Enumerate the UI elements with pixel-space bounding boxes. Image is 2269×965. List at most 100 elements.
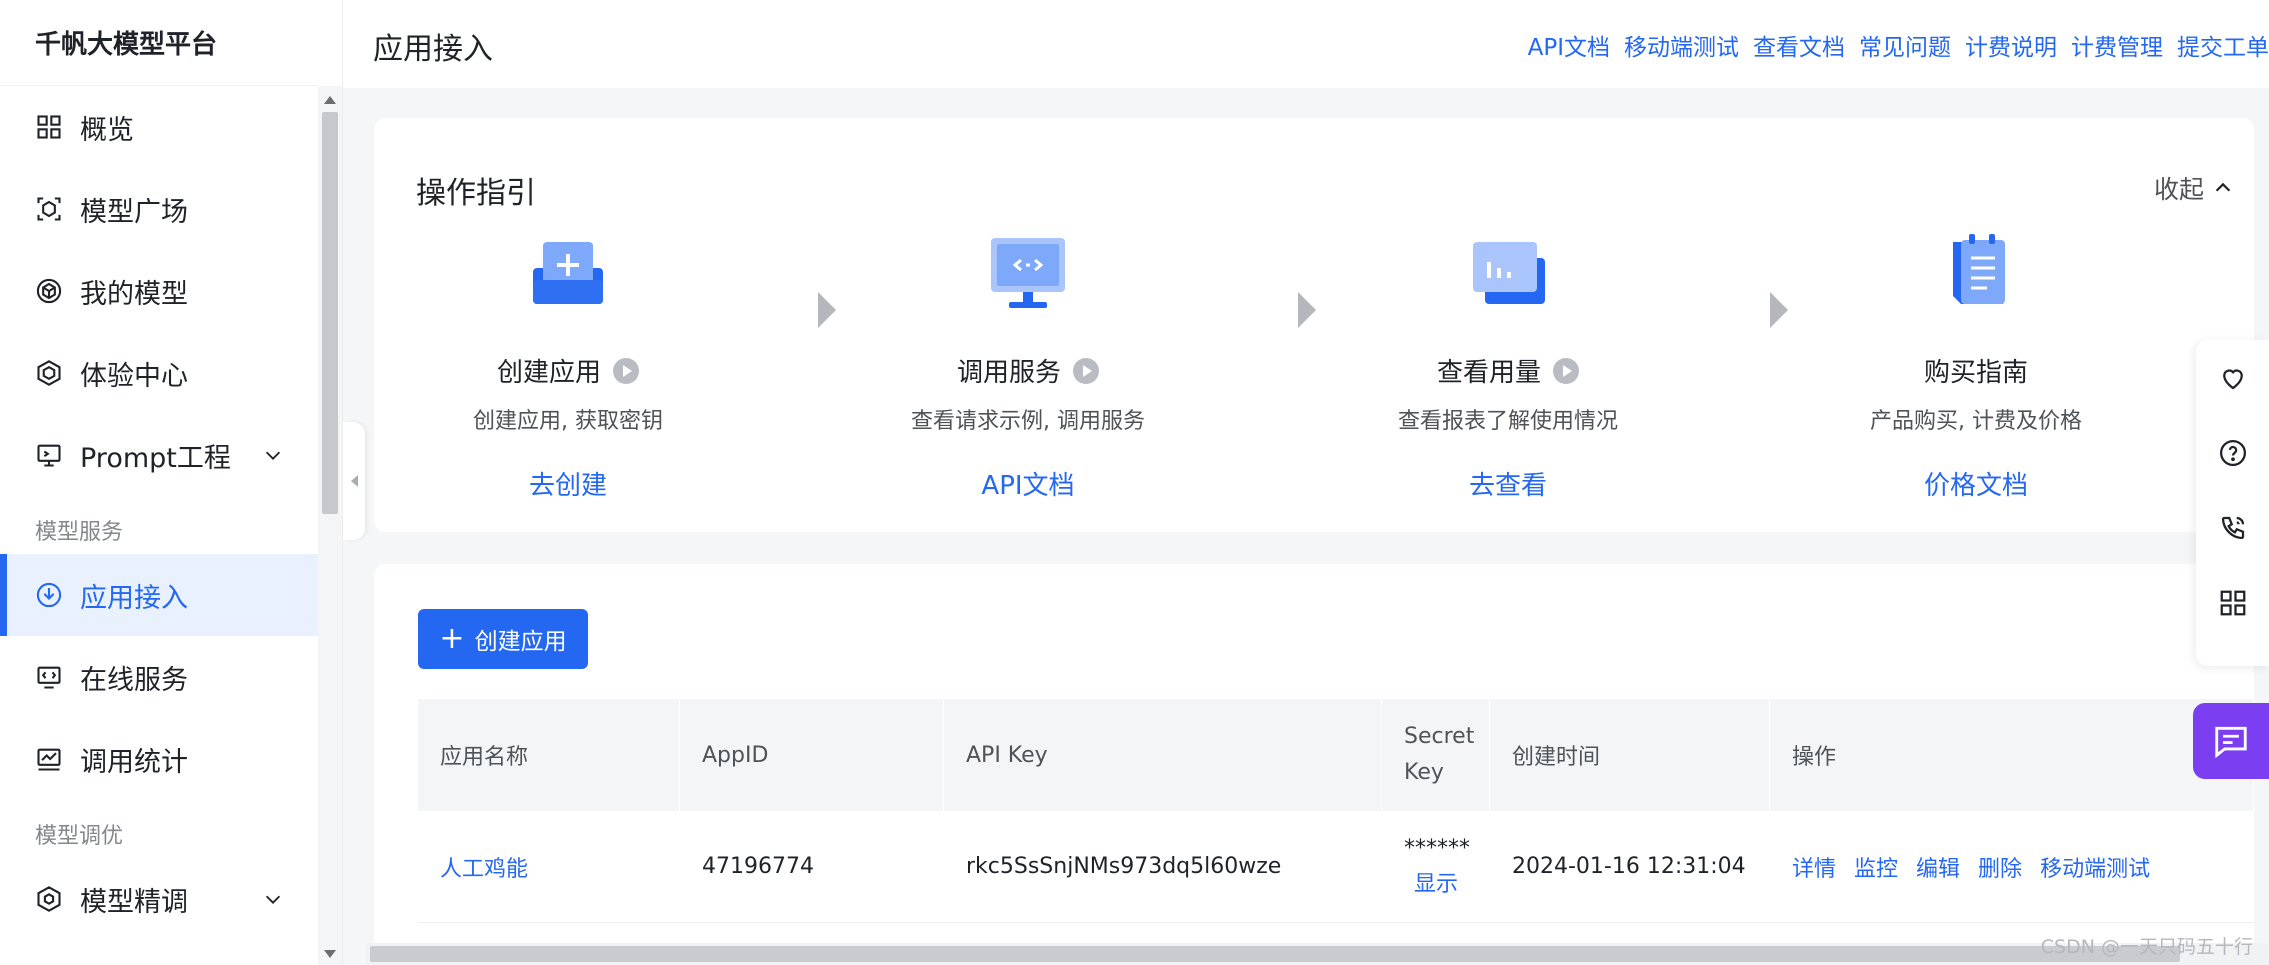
step-desc: 查看报表了解使用情况 [1397,409,1618,434]
help-button[interactable] [2196,415,2269,490]
step-desc: 产品购买, 计费及价格 [1870,409,2082,434]
chevron-right-icon [818,292,836,328]
op-edit-link[interactable]: 编辑 [1916,851,1960,883]
api-key: rkc5SsSnjNMs973dq5l60wze [944,811,1382,922]
secret-key-cell: ****** 显示 [1382,811,1490,922]
column-header: AppID [680,699,944,811]
link-submit-ticket[interactable]: 提交工单 [2177,28,2269,62]
chevron-up-icon [2215,182,2231,192]
watermark: CSDN @一天只码五十行 [2040,936,2253,958]
play-icon[interactable] [1553,357,1579,384]
step-link-price-docs[interactable]: 价格文档 [1796,465,2156,502]
table-row: 人工鸡能 47196774 rkc5SsSnjNMs973dq5l60wze *… [418,811,2254,923]
sidebar-item-call-stats[interactable]: 调用统计 [0,718,318,800]
guide-step-usage: 查看用量 查看报表了解使用情况 去查看 [1328,228,1688,502]
cube-circle-icon [35,277,63,305]
step-link-api-docs[interactable]: API文档 [848,465,1208,502]
column-header: 创建时间 [1490,699,1770,811]
plus-icon: + [439,621,465,656]
app-name-link[interactable]: 人工鸡能 [418,811,680,922]
floating-toolbar [2196,340,2269,666]
op-monitor-link[interactable]: 监控 [1854,851,1898,883]
hex-gear-icon [35,885,63,913]
op-delete-link[interactable]: 删除 [1978,851,2022,883]
model-scan-icon [35,195,63,223]
sidebar-item-app-access[interactable]: 应用接入 [0,554,318,636]
favorite-button[interactable] [2196,340,2269,415]
sidebar-item-model-square[interactable]: 模型广场 [0,168,318,250]
operation-guide-card: 操作指引 收起 创建应用 创建应用, 获取密钥 去创建 调用服务 查看请求示例,… [374,118,2254,532]
table-header: 应用名称 AppID API Key Secret Key 创建时间 操作 [418,699,2254,811]
chevron-right-icon [1770,292,1788,328]
heart-icon [2222,368,2243,389]
play-icon[interactable] [613,357,639,384]
hex-cube-icon [35,359,63,387]
guide-title: 操作指引 [416,176,536,211]
header-links: API文档 移动端测试 查看文档 常见问题 计费说明 计费管理 提交工单 [1528,28,2269,62]
phone-icon [2221,516,2244,539]
sidebar-item-label: 模型精调 [80,886,188,918]
guide-step-purchase: 购买指南 产品购买, 计费及价格 价格文档 [1796,228,2156,502]
page-title: 应用接入 [373,32,493,67]
download-circle-icon [35,581,63,609]
step-desc: 查看请求示例, 调用服务 [911,409,1145,434]
api-monitor-icon [991,238,1065,308]
op-detail-link[interactable]: 详情 [1792,851,1836,883]
sidebar-item-label: Prompt工程 [80,442,231,474]
collapse-button[interactable]: 收起 [2154,170,2234,206]
op-mobile-test-link[interactable]: 移动端测试 [2040,851,2150,883]
step-name: 调用服务 [956,358,1061,388]
question-icon [2219,439,2246,466]
sidebar-nav: 概览 模型广场 我的模型 体验中心 Prompt工程 模型服务 应用接入 在线服… [0,86,318,940]
link-billing-info[interactable]: 计费说明 [1965,28,2057,62]
create-app-label: 创建应用 [474,629,567,655]
sidebar-scrollbar-thumb[interactable] [322,112,338,514]
link-api-docs[interactable]: API文档 [1528,28,1610,62]
create-app-button[interactable]: + 创建应用 [418,609,588,669]
chart-monitor-icon [35,745,63,773]
column-header: 应用名称 [418,699,680,811]
apps-button[interactable] [2196,565,2269,640]
scroll-down-icon[interactable] [324,950,336,958]
sidebar-item-fine-tune[interactable]: 模型精调 [0,858,318,940]
ops-cell: 详情 监控 编辑 删除 移动端测试 [1770,811,2254,922]
app-table: 应用名称 AppID API Key Secret Key 创建时间 操作 人工… [418,699,2254,923]
sidebar-item-online-service[interactable]: 在线服务 [0,636,318,718]
step-name: 购买指南 [1923,358,2028,388]
scroll-up-icon[interactable] [324,96,336,104]
app-id: 47196774 [680,811,944,922]
link-mobile-test[interactable]: 移动端测试 [1624,28,1739,62]
chat-button[interactable] [2193,703,2269,779]
sidebar-item-prompt[interactable]: Prompt工程 [0,414,318,496]
step-desc: 创建应用, 获取密钥 [473,409,663,434]
grid-icon [2220,590,2245,615]
prompt-icon [35,441,63,469]
sidebar-item-label: 应用接入 [80,582,188,614]
contact-button[interactable] [2196,490,2269,565]
brand-title: 千帆大模型平台 [0,0,318,86]
column-header: 操作 [1770,699,2254,811]
play-icon[interactable] [1073,357,1099,384]
guide-step-create: 创建应用 创建应用, 获取密钥 去创建 [388,228,748,502]
sidebar-item-experience[interactable]: 体验中心 [0,332,318,414]
monitor-code-icon [35,663,63,691]
create-app-icon [533,242,603,304]
step-link-create[interactable]: 去创建 [388,465,748,502]
link-view-docs[interactable]: 查看文档 [1753,28,1845,62]
step-link-view[interactable]: 去查看 [1328,465,1688,502]
sidebar-item-label: 概览 [80,114,134,146]
sidebar-item-overview[interactable]: 概览 [0,86,318,168]
show-secret-link[interactable]: 显示 [1404,867,1470,903]
sidebar-item-label: 调用统计 [80,746,188,778]
horizontal-scrollbar-thumb[interactable] [370,946,2180,962]
created-time: 2024-01-16 12:31:04 [1490,811,1770,922]
link-faq[interactable]: 常见问题 [1859,28,1951,62]
app-list-card: + 创建应用 应用名称 AppID API Key Secret Key 创建时… [374,564,2254,965]
usage-chart-icon [1473,242,1545,304]
guide-step-call: 调用服务 查看请求示例, 调用服务 API文档 [848,228,1208,502]
sidebar-item-my-models[interactable]: 我的模型 [0,250,318,332]
sidebar-collapse-toggle[interactable] [343,422,365,540]
sidebar-item-label: 在线服务 [80,664,188,696]
link-billing-manage[interactable]: 计费管理 [2071,28,2163,62]
secret-mask: ****** [1404,835,1470,861]
